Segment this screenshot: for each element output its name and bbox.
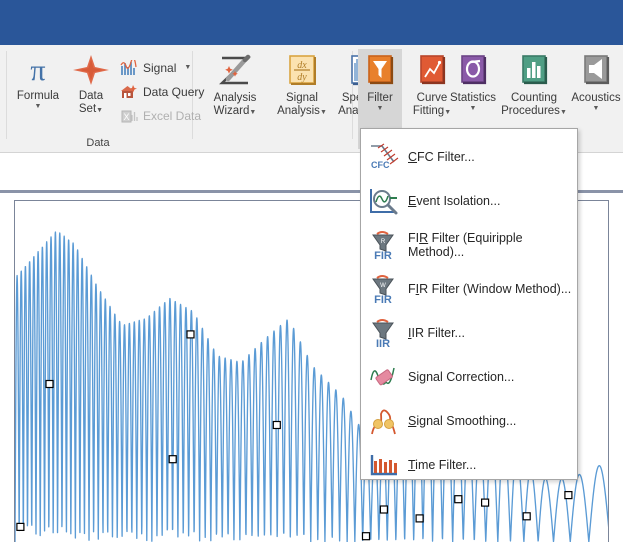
menu-item-label: IIR Filter... [408,326,465,340]
chevron-down-icon: ▼ [469,105,477,112]
correction-icon [367,360,401,394]
starburst-icon [73,55,109,85]
speaker-icon [584,55,610,85]
filter-dropdown-menu: CFC CFC Filter... Event Isolation... R F… [360,128,578,480]
bars-icon [522,55,548,85]
data-point-marker[interactable] [45,379,54,389]
ribbon-small-button-label: Data Query [143,85,205,99]
sigma-icon [461,55,487,85]
data-point-marker[interactable] [361,532,371,541]
ribbon-button-label: Filter [367,92,393,104]
cfc-icon: CFC [367,140,401,174]
data-point-marker[interactable] [522,512,531,521]
svg-text:dx: dx [297,60,307,71]
ribbon-small-button-data-query[interactable]: Data Query [120,81,204,103]
menu-item-fir-filter-equiripple[interactable]: R FIR FIR Filter (Equiripple Method)... [361,223,577,267]
ribbon-group-label-data: Data [86,137,110,149]
menu-item-label: FIR Filter (Window Method)... [408,282,572,296]
data-point-marker[interactable] [415,514,424,523]
menu-item-signal-correction[interactable]: Signal Correction... [361,355,577,399]
excel-icon: X [121,110,138,123]
group-divider [6,51,7,139]
ribbon-button-counting-procedures[interactable]: Counting Procedures▼ [498,49,570,118]
menu-item-time-filter[interactable]: Time Filter... [361,443,577,487]
wizard-icon [219,54,251,85]
menu-item-fir-filter-window[interactable]: W FIR FIR Filter (Window Method)... [361,267,577,311]
data-point-marker[interactable] [454,495,463,504]
menu-item-iir-filter[interactable]: IIR IIR Filter... [361,311,577,355]
ribbon-small-button-label: Signal [143,61,177,75]
ribbon-button-label: Counting Procedures▼ [501,92,567,117]
ribbon-button-label: Analysis Wizard▼ [213,92,257,117]
data-point-marker[interactable] [481,498,490,507]
ribbon-button-analysis-wizard[interactable]: Analysis Wizard▼ [200,49,270,118]
svg-text:X: X [123,112,129,122]
dxdy-icon: dx dy [289,55,316,85]
svg-text:dy: dy [297,72,307,83]
data-point-marker[interactable] [186,330,195,339]
data-point-marker[interactable] [168,455,177,464]
smoothing-icon [367,404,401,438]
ribbon-button-statistics[interactable]: Statistics ▼ [444,49,502,113]
menu-item-cfc-filter[interactable]: CFC CFC Filter... [361,135,577,179]
pi-icon: π [30,54,45,87]
data-point-marker[interactable] [272,420,281,430]
iir-icon: IIR [367,316,401,350]
ribbon-button-signal-analysis[interactable]: dx dy Signal Analysis▼ [272,49,332,118]
svg-text:W: W [380,283,386,289]
title-bar [0,0,623,45]
data-point-marker[interactable] [564,491,573,500]
fir-icon: R FIR [367,228,401,262]
svg-text:FIR: FIR [374,250,392,260]
ribbon-small-button-signal[interactable]: Signal ▼ [120,57,191,79]
ribbon-button-label: Statistics [449,92,496,104]
data-point-marker[interactable] [16,522,25,531]
menu-item-event-isolation[interactable]: Event Isolation... [361,179,577,223]
menu-item-label: CFC Filter... [408,150,475,164]
svg-text:CFC: CFC [371,160,390,170]
fir-icon: W FIR [367,272,401,306]
chevron-down-icon[interactable]: ▼ [377,105,384,113]
ribbon-button-data-set[interactable]: Data Set▼ [66,49,116,116]
ribbon-button-label: Formula [16,90,60,102]
ribbon-button-label: Signal Analysis▼ [277,92,327,117]
ribbon-small-button-excel-data: X Excel Data [120,105,201,127]
chevron-down-icon: ▼ [34,103,42,110]
funnel-icon [368,55,394,85]
ribbon-button-formula[interactable]: π Formula ▼ [10,49,66,111]
svg-text:IIR: IIR [376,338,390,348]
menu-item-label: Time Filter... [408,458,477,472]
menu-item-label: Signal Smoothing... [408,414,517,428]
chevron-down-icon: ▼ [592,105,600,112]
ribbon-button-acoustics[interactable]: Acoustics ▼ [568,49,623,113]
menu-item-label: FIR Filter (Equiripple Method)... [408,231,523,259]
menu-item-label: Signal Correction... [408,370,515,384]
menu-item-label: Event Isolation... [408,194,501,208]
signal-icon [120,60,137,75]
ribbon-button-label: Data Set▼ [78,90,104,115]
data-point-marker[interactable] [379,505,388,514]
application-window: Data π Formula ▼ Data Set▼ Signal ▼ Data… [0,0,623,542]
svg-text:R: R [381,239,386,245]
ribbon-button-label: Acoustics [571,92,621,104]
svg-text:π: π [30,54,45,87]
ribbon-small-button-label: Excel Data [143,109,202,123]
time-filter-icon [367,448,401,482]
svg-text:FIR: FIR [374,294,392,304]
magnify-icon [367,184,401,218]
chevron-down-icon: ▼ [184,64,192,71]
data-query-icon [121,85,137,98]
menu-item-signal-smoothing[interactable]: Signal Smoothing... [361,399,577,443]
